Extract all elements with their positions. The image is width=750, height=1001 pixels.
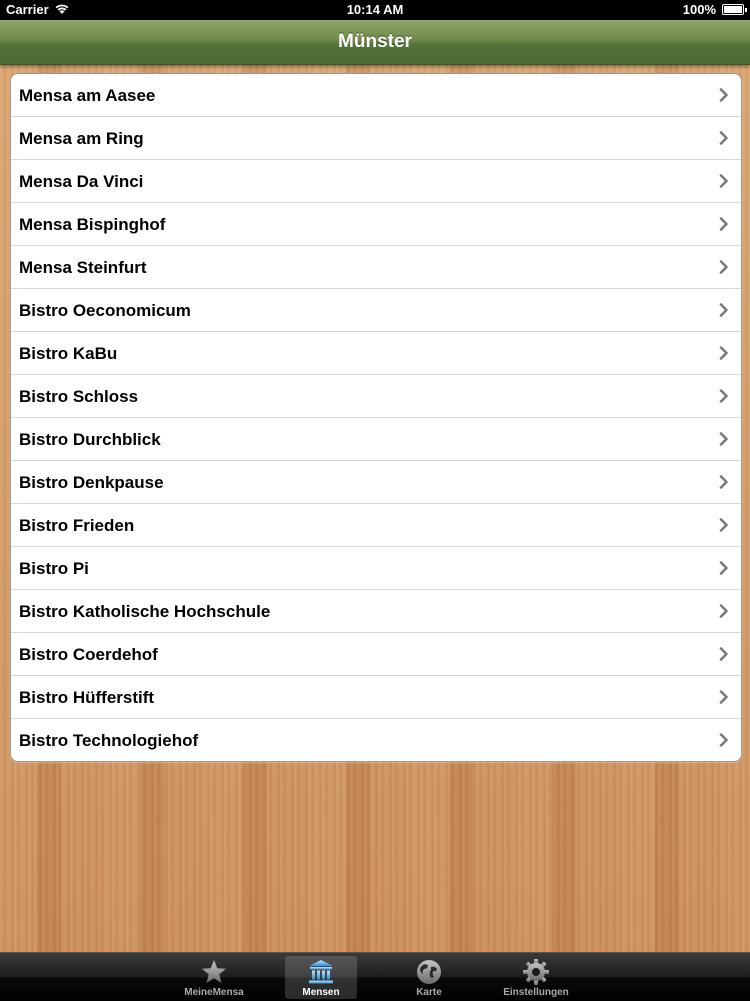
list-item-label: Bistro Katholische Hochschule	[19, 602, 271, 621]
list-item-label: Mensa am Aasee	[19, 86, 156, 105]
mensa-list: Mensa am Aasee Mensa am Ring Mensa Da Vi…	[10, 73, 742, 762]
tab-label: Karte	[416, 987, 442, 998]
list-item-label: Bistro Frieden	[19, 516, 135, 535]
list-item[interactable]: Bistro Durchblick	[11, 418, 741, 461]
navigation-bar: Münster	[0, 20, 750, 65]
list-item-label: Bistro KaBu	[19, 344, 118, 363]
tab-label: Einstellungen	[503, 987, 569, 998]
list-item[interactable]: Mensa am Ring	[11, 117, 741, 160]
list-item-label: Bistro Hüfferstift	[19, 688, 155, 707]
list-item-label: Mensa Steinfurt	[19, 258, 147, 277]
list-item-label: Bistro Pi	[19, 559, 89, 578]
chevron-right-icon	[719, 346, 728, 360]
list-item[interactable]: Bistro Frieden	[11, 504, 741, 547]
tab-karte[interactable]: Karte	[393, 956, 465, 999]
list-item-label: Mensa Bispinghof	[19, 215, 166, 234]
list-item[interactable]: Bistro Katholische Hochschule	[11, 590, 741, 633]
chevron-right-icon	[719, 432, 728, 446]
chevron-right-icon	[719, 647, 728, 661]
chevron-right-icon	[719, 131, 728, 145]
list-item[interactable]: Bistro Pi	[11, 547, 741, 590]
battery-percent: 100%	[682, 2, 716, 17]
list-item-label: Bistro Denkpause	[19, 473, 164, 492]
list-item[interactable]: Bistro KaBu	[11, 332, 741, 375]
list-item[interactable]: Mensa Da Vinci	[11, 160, 741, 203]
tab-bar: MeineMensa Mensen Karte Einstellungen	[0, 952, 750, 1001]
chevron-right-icon	[719, 690, 728, 704]
list-item[interactable]: Mensa Bispinghof	[11, 203, 741, 246]
list-item-label: Bistro Oeconomicum	[19, 301, 191, 320]
tab-label: MeineMensa	[184, 987, 244, 998]
chevron-right-icon	[719, 733, 728, 747]
list-item-label: Bistro Coerdehof	[19, 645, 158, 664]
chevron-right-icon	[719, 260, 728, 274]
building-icon	[309, 960, 333, 984]
list-item[interactable]: Bistro Schloss	[11, 375, 741, 418]
battery-icon	[722, 4, 747, 15]
chevron-right-icon	[719, 604, 728, 618]
list-item-label: Bistro Schloss	[19, 387, 139, 406]
chevron-right-icon	[719, 518, 728, 532]
chevron-right-icon	[719, 303, 728, 317]
list-item[interactable]: Mensa Steinfurt	[11, 246, 741, 289]
tab-meinemensa[interactable]: MeineMensa	[178, 956, 250, 999]
tab-einstellungen[interactable]: Einstellungen	[500, 956, 572, 999]
list-item-label: Bistro Technologiehof	[19, 731, 199, 750]
star-icon	[202, 960, 226, 983]
page-title: Münster	[338, 31, 412, 52]
list-item-label: Mensa am Ring	[19, 129, 144, 148]
status-time: 10:14 AM	[346, 2, 404, 17]
status-bar: Carrier 10:14 AM 100%	[0, 0, 750, 20]
list-item[interactable]: Bistro Coerdehof	[11, 633, 741, 676]
list-item[interactable]: Bistro Hüfferstift	[11, 676, 741, 719]
tab-mensen[interactable]: Mensen	[285, 956, 357, 999]
gear-icon	[523, 959, 549, 985]
tab-label: Mensen	[302, 987, 340, 998]
globe-icon	[417, 960, 441, 984]
list-item[interactable]: Mensa am Aasee	[11, 74, 741, 117]
chevron-right-icon	[719, 561, 728, 575]
chevron-right-icon	[719, 174, 728, 188]
chevron-right-icon	[719, 217, 728, 231]
list-item[interactable]: Bistro Technologiehof	[11, 719, 741, 761]
chevron-right-icon	[719, 389, 728, 403]
list-item-label: Mensa Da Vinci	[19, 172, 144, 191]
list-item[interactable]: Bistro Denkpause	[11, 461, 741, 504]
chevron-right-icon	[719, 88, 728, 102]
list-item-label: Bistro Durchblick	[19, 430, 161, 449]
chevron-right-icon	[719, 475, 728, 489]
list-item[interactable]: Bistro Oeconomicum	[11, 289, 741, 332]
